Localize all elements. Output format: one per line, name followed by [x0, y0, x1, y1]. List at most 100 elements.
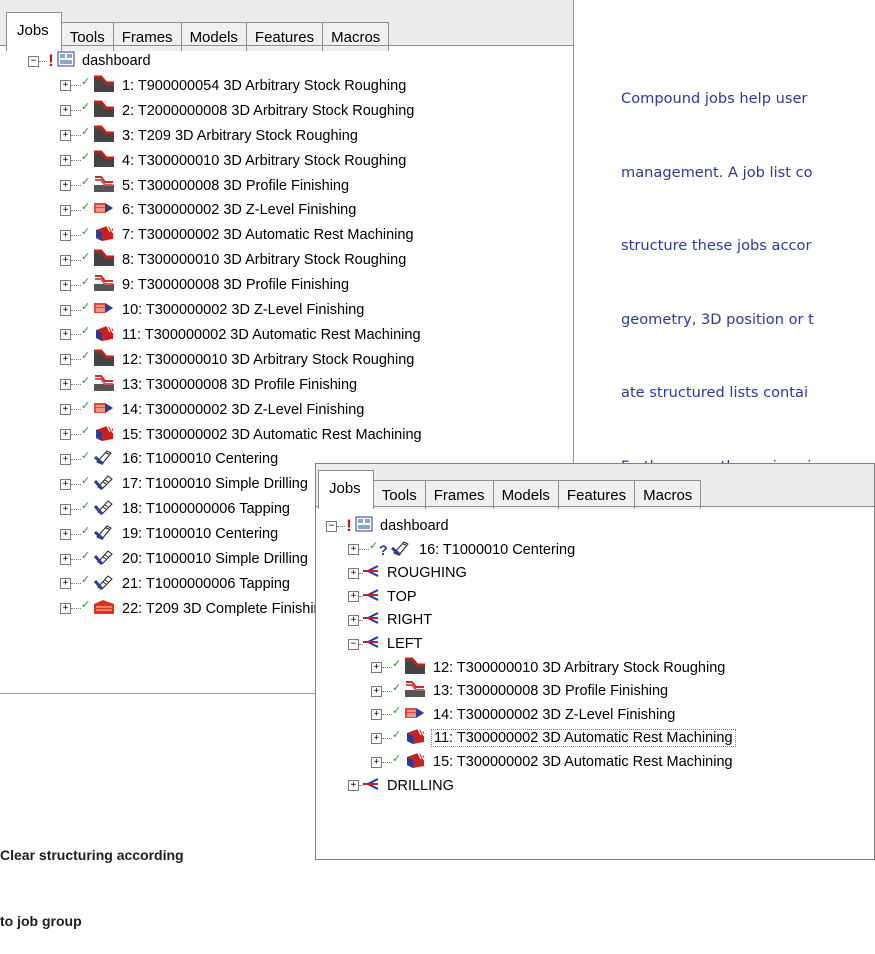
- expand-toggle[interactable]: +: [60, 180, 71, 191]
- job-item[interactable]: + ✓ 12: T300000010 3D Arbitrary Stock Roug…: [60, 348, 416, 372]
- tree-connector: [359, 549, 369, 551]
- expand-toggle[interactable]: +: [60, 105, 71, 117]
- job-item[interactable]: + ✓ 11: T300000002 3D Automatic Rest Machi…: [60, 323, 423, 347]
- expand-toggle[interactable]: +: [60, 553, 71, 565]
- tab-jobs[interactable]: Jobs: [318, 470, 374, 509]
- job-group[interactable]: + TOP: [348, 585, 419, 609]
- job-item[interactable]: + ✓ 13: T300000008 3D Profile Finishing: [60, 373, 359, 397]
- job-group[interactable]: + RIGHT: [348, 608, 434, 632]
- expand-toggle[interactable]: +: [371, 685, 382, 697]
- tab-models[interactable]: Models: [180, 22, 247, 51]
- z-level-finishing-icon: [404, 704, 426, 726]
- drilling-icon: [93, 498, 115, 520]
- job-item[interactable]: + ✓ 20: T1000010 Simple Drilling: [60, 547, 310, 571]
- tab-jobs[interactable]: Jobs: [6, 12, 62, 51]
- job-item[interactable]: + ✓ 5: T300000008 3D Profile Finishing: [60, 174, 351, 198]
- job-item[interactable]: + ✓ 13: T300000008 3D Profile Finishing: [371, 679, 670, 703]
- expand-toggle[interactable]: +: [60, 603, 71, 615]
- expand-toggle[interactable]: +: [371, 709, 382, 721]
- checkmark-icon: ✓: [392, 658, 402, 671]
- job-item[interactable]: + ✓ 18: T1000000006 Tapping: [60, 497, 292, 521]
- tab-tools[interactable]: Tools: [372, 480, 426, 509]
- job-group[interactable]: + DRILLING: [348, 774, 456, 798]
- checkmark-icon: ✓: [81, 300, 91, 313]
- expand-toggle[interactable]: +: [60, 329, 71, 341]
- expand-toggle[interactable]: +: [60, 528, 71, 540]
- expand-toggle[interactable]: +: [60, 155, 71, 167]
- expand-toggle[interactable]: +: [60, 453, 71, 465]
- tree-root[interactable]: −! dashboard: [28, 49, 153, 73]
- expand-toggle[interactable]: +: [60, 478, 71, 490]
- collapse-toggle[interactable]: −: [326, 520, 337, 532]
- expand-toggle[interactable]: +: [371, 662, 382, 674]
- collapse-toggle[interactable]: −: [28, 55, 39, 67]
- roughing-icon: [93, 349, 115, 371]
- expand-toggle[interactable]: +: [60, 404, 71, 416]
- expand-toggle[interactable]: +: [371, 732, 382, 744]
- expand-toggle[interactable]: +: [60, 429, 71, 440]
- z-level-finishing-icon: [93, 299, 115, 321]
- checkmark-icon: ✓: [81, 350, 91, 363]
- job-item[interactable]: + ✓ 3: T209 3D Arbitrary Stock Roughing: [60, 124, 360, 148]
- checkmark-icon: ✓: [392, 681, 402, 694]
- expand-toggle[interactable]: +: [348, 614, 359, 626]
- tab-frames[interactable]: Frames: [424, 480, 494, 509]
- job-group[interactable]: + ROUGHING: [348, 561, 469, 585]
- tree-root[interactable]: −! dashboard: [326, 514, 451, 538]
- expand-toggle[interactable]: +: [348, 591, 359, 603]
- job-item[interactable]: + ✓ 14: T300000002 3D Z-Level Finishing: [60, 398, 366, 422]
- job-item[interactable]: + ✓ 12: T300000010 3D Arbitrary Stock Roug…: [371, 656, 727, 680]
- tab-macros[interactable]: Macros: [634, 480, 702, 509]
- job-item[interactable]: + ✓ 15: T300000002 3D Automatic Rest Machi…: [60, 423, 424, 447]
- expand-toggle[interactable]: +: [60, 578, 71, 590]
- job-item[interactable]: + ✓ 15: T300000002 3D Automatic Rest Machi…: [371, 750, 735, 774]
- collapse-toggle[interactable]: −: [348, 638, 359, 650]
- job-label: 4: T300000010 3D Arbitrary Stock Roughin…: [122, 152, 407, 169]
- tab-features[interactable]: Features: [557, 480, 636, 509]
- job-item[interactable]: + ✓ 8: T300000010 3D Arbitrary Stock Rough…: [60, 248, 408, 272]
- expand-toggle[interactable]: +: [60, 229, 71, 241]
- checkmark-icon: ✓: [81, 325, 91, 338]
- job-item[interactable]: + ✓ 9: T300000008 3D Profile Finishing: [60, 273, 351, 297]
- job-label: 2: T2000000008 3D Arbitrary Stock Roughi…: [122, 102, 415, 119]
- job-item[interactable]: + ✓? 16: T1000010 Centering: [348, 538, 577, 562]
- job-item[interactable]: + ✓ 1: T900000054 3D Arbitrary Stock Rough…: [60, 74, 408, 98]
- tab-features[interactable]: Features: [245, 22, 324, 51]
- tree-connector: [71, 458, 81, 460]
- tree-connector: [71, 434, 81, 435]
- job-item[interactable]: + ✓ 7: T300000002 3D Automatic Rest Machin…: [60, 223, 416, 247]
- tab-tools[interactable]: Tools: [60, 22, 114, 51]
- tab-macros[interactable]: Macros: [322, 22, 390, 51]
- expand-toggle[interactable]: +: [60, 80, 71, 92]
- z-level-finishing-icon: [93, 199, 115, 221]
- expand-toggle[interactable]: +: [60, 254, 71, 266]
- job-item[interactable]: + ✓ 4: T300000010 3D Arbitrary Stock Rough…: [60, 149, 408, 173]
- warning-icon: !: [346, 516, 352, 535]
- job-group[interactable]: − LEFT: [348, 632, 424, 656]
- expand-toggle[interactable]: +: [371, 756, 382, 768]
- tab-frames[interactable]: Frames: [112, 22, 182, 51]
- expand-toggle[interactable]: +: [348, 567, 359, 579]
- expand-toggle[interactable]: +: [60, 304, 71, 316]
- expand-toggle[interactable]: +: [60, 503, 71, 515]
- job-item[interactable]: + ✓ 19: T1000010 Centering: [60, 522, 280, 546]
- roughing-icon: [93, 125, 115, 147]
- job-item[interactable]: + ✓ 22: T209 3D Complete Finishing: [60, 597, 332, 621]
- tree-connector: [337, 525, 345, 527]
- job-item[interactable]: + ✓ 6: T300000002 3D Z-Level Finishing: [60, 198, 358, 222]
- job-item[interactable]: + ✓ 11: T300000002 3D Automatic Rest Machi…: [371, 726, 736, 750]
- expand-toggle[interactable]: +: [60, 354, 71, 366]
- job-item[interactable]: + ✓ 10: T300000002 3D Z-Level Finishing: [60, 298, 366, 322]
- job-item[interactable]: + ✓ 21: T1000000006 Tapping: [60, 572, 292, 596]
- tab-models[interactable]: Models: [492, 480, 559, 509]
- expand-toggle[interactable]: +: [348, 544, 359, 556]
- job-item[interactable]: + ✓ 17: T1000010 Simple Drilling: [60, 472, 310, 496]
- expand-toggle[interactable]: +: [60, 204, 71, 216]
- job-item[interactable]: + ✓ 2: T2000000008 3D Arbitrary Stock Roug…: [60, 99, 416, 123]
- job-item[interactable]: + ✓ 16: T1000010 Centering: [60, 447, 280, 471]
- expand-toggle[interactable]: +: [60, 130, 71, 142]
- expand-toggle[interactable]: +: [60, 279, 71, 291]
- expand-toggle[interactable]: +: [60, 379, 71, 391]
- job-item[interactable]: + ✓ 14: T300000002 3D Z-Level Finishing: [371, 703, 677, 727]
- expand-toggle[interactable]: +: [348, 780, 359, 792]
